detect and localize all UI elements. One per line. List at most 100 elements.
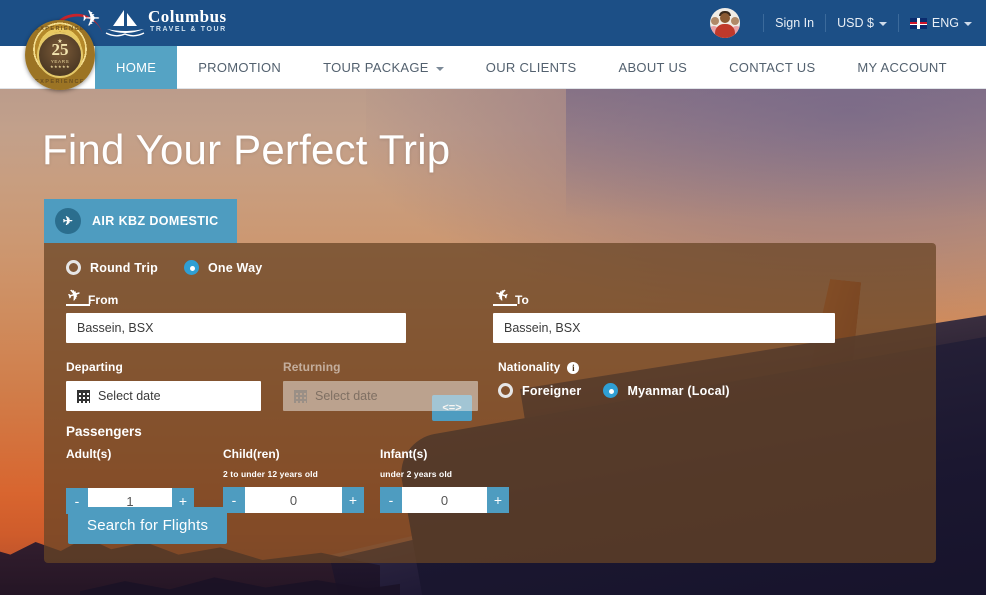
sky-gradient-decoration-2	[566, 89, 986, 219]
radio-foreigner[interactable]: Foreigner	[498, 383, 581, 398]
main-navigation-bar: HOME PROMOTION TOUR PACKAGE OUR CLIENTS …	[0, 46, 986, 89]
nav-item-contact-us[interactable]: CONTACT US	[708, 46, 836, 89]
calendar-icon	[294, 389, 307, 403]
nationality-group: Nationality i Foreigner Myanmar (Local)	[498, 360, 730, 398]
from-label: From	[88, 293, 119, 307]
avatar[interactable]	[710, 8, 741, 38]
children-increment-button[interactable]: +	[342, 487, 364, 513]
returning-date-value: Select date	[315, 389, 378, 403]
from-input-value: Bassein, BSX	[77, 321, 154, 335]
tab-air-kbz-domestic[interactable]: ✈ AIR KBZ DOMESTIC	[44, 199, 237, 243]
radio-round-trip[interactable]: Round Trip	[66, 260, 158, 275]
nav-item-our-clients[interactable]: OUR CLIENTS	[465, 46, 598, 89]
nationality-radio-group: Foreigner Myanmar (Local)	[498, 383, 730, 398]
uk-flag-icon	[909, 17, 927, 29]
top-header-bar: ✈ Columbus TRAVEL & TOUR Sign In USD $ E…	[0, 0, 986, 55]
nav-item-about-us[interactable]: ABOUT US	[597, 46, 708, 89]
nav-item-list: HOME PROMOTION TOUR PACKAGE OUR CLIENTS …	[95, 46, 968, 89]
badge-star-icon: ★	[57, 39, 63, 45]
search-tab-strip: ✈ AIR KBZ DOMESTIC	[44, 199, 237, 243]
divider	[763, 14, 765, 32]
radio-myanmar-local[interactable]: Myanmar (Local)	[603, 383, 730, 398]
to-label: To	[515, 293, 529, 307]
nav-item-label: TOUR PACKAGE	[323, 60, 429, 75]
to-label-row: To	[493, 291, 835, 307]
trip-type-radio-group: Round Trip One Way	[66, 260, 262, 275]
radio-foreigner-label: Foreigner	[522, 383, 582, 398]
divider	[897, 14, 899, 32]
minus-icon: -	[231, 492, 237, 508]
radio-round-trip-label: Round Trip	[90, 260, 158, 275]
returning-field-group: Returning Select date	[283, 360, 478, 411]
brand-tagline: TRAVEL & TOUR	[150, 26, 227, 33]
header-utility-nav: Sign In USD $ ENG	[710, 0, 972, 46]
adults-label: Adult(s)	[66, 447, 112, 461]
from-label-row: From	[66, 291, 406, 307]
badge-inner: ★ 25 YEARS ★★★★★	[37, 32, 83, 78]
nav-item-promotion[interactable]: PROMOTION	[177, 46, 302, 89]
infants-increment-button[interactable]: +	[487, 487, 509, 513]
nav-item-tour-package[interactable]: TOUR PACKAGE	[302, 46, 465, 89]
departing-field-group: Departing Select date	[66, 360, 261, 411]
language-label: ENG	[931, 16, 959, 30]
radio-one-way-label: One Way	[207, 260, 263, 275]
flight-search-panel: Round Trip One Way From Bassein, BSX <=>	[44, 243, 936, 563]
badge-arc-bottom: EXPERIENCE	[34, 78, 86, 85]
adults-group: Adult(s) - 1 +	[66, 447, 194, 514]
departing-date-input[interactable]: Select date	[66, 381, 261, 411]
radio-icon-selected	[603, 383, 619, 398]
search-for-flights-button[interactable]: Search for Flights	[68, 507, 228, 544]
info-icon[interactable]: i	[567, 362, 580, 374]
radio-icon-selected	[183, 260, 199, 275]
nav-item-home[interactable]: HOME	[95, 46, 178, 89]
badge-arc-top: EXPERIENCE	[34, 25, 86, 32]
sailing-ship-icon	[105, 10, 145, 37]
children-label: Child(ren)	[223, 447, 280, 461]
chevron-down-icon	[435, 66, 444, 71]
currency-selector[interactable]: USD $	[837, 16, 887, 30]
currency-label: USD $	[837, 16, 874, 30]
infants-value[interactable]: 0	[402, 487, 487, 513]
from-input[interactable]: Bassein, BSX	[66, 313, 406, 343]
passengers-section-title: Passengers	[66, 424, 142, 439]
brand-name: Columbus	[148, 7, 227, 26]
infants-hint: under 2 years old	[380, 469, 453, 479]
radio-icon-unselected	[498, 383, 513, 398]
divider	[825, 14, 827, 32]
chevron-down-icon	[964, 22, 972, 26]
children-group: Child(ren) 2 to under 12 years old - 0 +	[223, 447, 364, 513]
to-input-value: Bassein, BSX	[504, 321, 581, 335]
departing-label: Departing	[66, 360, 123, 374]
plus-icon: +	[348, 492, 358, 508]
from-field-group: From Bassein, BSX	[66, 291, 406, 343]
infants-stepper: - 0 +	[380, 487, 509, 513]
radio-one-way[interactable]: One Way	[183, 260, 263, 275]
departing-date-value: Select date	[98, 389, 161, 403]
nav-item-label: MY ACCOUNT	[857, 60, 947, 75]
badge-stars: ★★★★★	[50, 64, 70, 69]
infants-decrement-button[interactable]: -	[380, 487, 402, 513]
nav-item-label: CONTACT US	[729, 60, 816, 75]
children-value[interactable]: 0	[245, 487, 342, 513]
sign-in-label: Sign In	[775, 16, 815, 30]
nationality-label: Nationality	[498, 360, 561, 374]
airplane-icon: ✈	[55, 208, 81, 234]
returning-date-input[interactable]: Select date	[283, 381, 478, 411]
page-title: Find Your Perfect Trip	[42, 126, 451, 173]
nav-item-label: OUR CLIENTS	[485, 60, 577, 75]
brand-logo[interactable]: Columbus TRAVEL & TOUR	[104, 6, 234, 42]
nav-item-my-account[interactable]: MY ACCOUNT	[836, 46, 967, 89]
nav-item-label: HOME	[116, 60, 157, 75]
hero-banner: Find Your Perfect Trip ✈ AIR KBZ DOMESTI…	[0, 89, 986, 595]
infants-label: Infant(s)	[380, 447, 428, 461]
language-selector[interactable]: ENG	[909, 16, 972, 30]
infants-group: Infant(s) under 2 years old - 0 +	[380, 447, 509, 513]
to-input[interactable]: Bassein, BSX	[493, 313, 835, 343]
calendar-icon	[77, 389, 90, 403]
returning-label: Returning	[283, 360, 341, 374]
children-stepper: - 0 +	[223, 487, 364, 513]
minus-icon: -	[388, 492, 394, 508]
tab-label: AIR KBZ DOMESTIC	[92, 214, 219, 228]
radio-icon-unselected	[66, 260, 81, 275]
sign-in-link[interactable]: Sign In	[775, 16, 814, 30]
